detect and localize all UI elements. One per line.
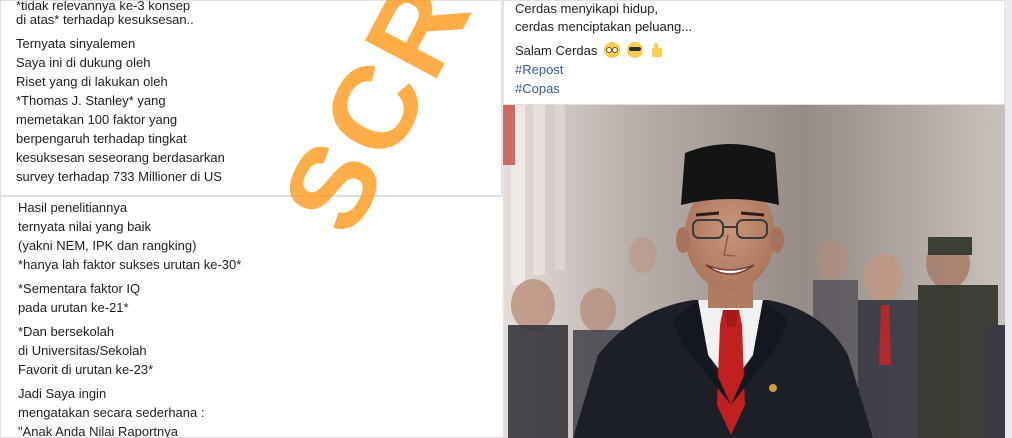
thumbs-up-icon xyxy=(649,42,665,58)
hashtag-copas-link[interactable]: #Copas xyxy=(515,79,560,98)
text-line: Ternyata sinyalemen xyxy=(16,36,136,51)
greeting-text: Salam Cerdas xyxy=(515,43,598,58)
hashtag-repost-link[interactable]: #Repost xyxy=(515,60,563,79)
text-line: *Dan bersekolah xyxy=(18,324,115,339)
post-text-panel-top-left: *tidak relevannya ke-3 konsep di atas* t… xyxy=(0,0,502,196)
text-line: *hanya lah faktor sukses urutan ke-30* xyxy=(18,257,242,272)
post-text-panel-bottom-left: Hasil penelitiannya ternyata nilai yang … xyxy=(0,196,504,438)
text-line: Hasil penelitiannya xyxy=(18,200,128,215)
text-line: cerdas menciptakan peluang... xyxy=(515,19,693,34)
text-line: Riset yang di lakukan oleh xyxy=(16,74,168,89)
text-line: ternyata nilai yang baik xyxy=(18,219,151,234)
text-line: *Thomas J. Stanley* yang xyxy=(16,93,166,108)
text-line: pada urutan ke-21* xyxy=(18,300,129,315)
text-line: kesuksesan seseorang berdasarkan xyxy=(16,150,225,165)
text-line: Cerdas menyikapi hidup, xyxy=(515,1,659,16)
post-text-panel-top-right: Cerdas menyikapi hidup, cerdas menciptak… xyxy=(503,0,1005,105)
post-photo[interactable] xyxy=(503,105,1005,438)
text-line: *Sementara faktor IQ xyxy=(18,281,141,296)
flushed-face-icon xyxy=(604,42,620,58)
text-line: Saya ini di dukung oleh xyxy=(16,55,151,70)
text-line: (yakni NEM, IPK dan rangking) xyxy=(18,238,197,253)
text-line: Favorit di urutan ke-23* xyxy=(18,362,154,377)
text-line: memetakan 100 faktor yang xyxy=(16,112,178,127)
text-line: mengatakan secara sederhana : xyxy=(18,405,205,420)
text-line: survey terhadap 733 Millioner di US xyxy=(16,169,222,184)
text-line: di atas* terhadap kesuksesan.. xyxy=(16,12,194,27)
text-line: Jadi Saya ingin xyxy=(18,386,107,401)
smiling-sunglasses-icon xyxy=(626,42,643,58)
greeting-line: Salam Cerdas xyxy=(515,41,665,60)
text-line: berpengaruh terhadap tingkat xyxy=(16,131,187,146)
photo-illustration xyxy=(503,105,1005,438)
text-line: di Universitas/Sekolah xyxy=(18,343,147,358)
text-line: "Anak Anda Nilai Raportnya xyxy=(18,424,178,438)
